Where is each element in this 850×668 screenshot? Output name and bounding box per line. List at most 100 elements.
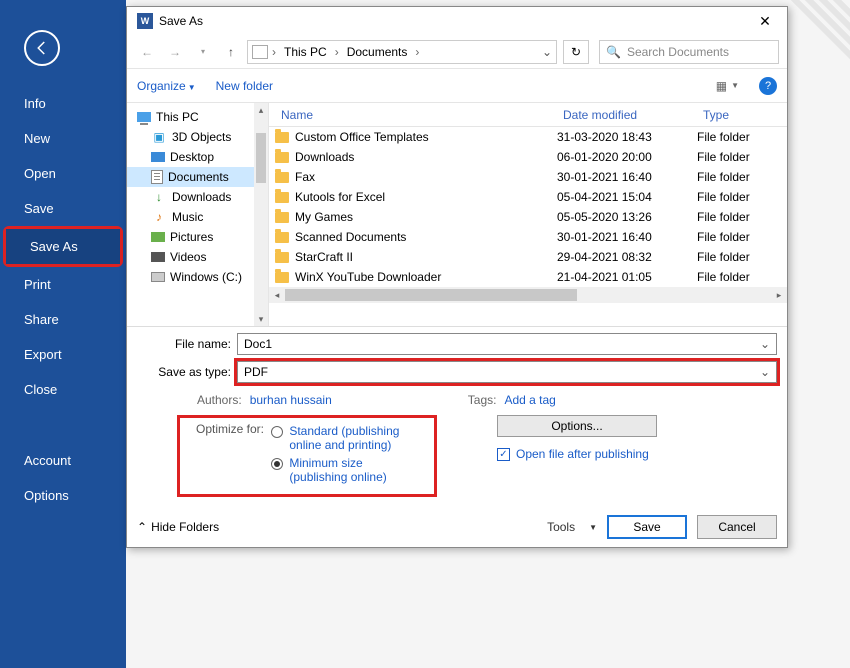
file-date: 30-01-2021 16:40 (557, 230, 697, 244)
file-row[interactable]: Kutools for Excel 05-04-2021 15:04File fo… (269, 187, 787, 207)
file-name: Fax (295, 170, 315, 184)
navbar: ← → ▾ ↑ This PC Documents ⌄ ↻ 🔍 Search D… (127, 35, 787, 69)
doc-icon (151, 170, 163, 184)
folder-icon (275, 232, 289, 243)
col-date[interactable]: Date modified (557, 108, 697, 122)
tree-item-pictures[interactable]: Pictures (127, 227, 268, 247)
close-button[interactable]: ✕ (747, 9, 783, 33)
backstage-item-options[interactable]: Options (0, 478, 126, 513)
file-date: 05-05-2020 13:26 (557, 210, 697, 224)
new-folder-button[interactable]: New folder (216, 79, 273, 93)
file-row[interactable]: Downloads06-01-2020 20:00File folder (269, 147, 787, 167)
optimize-group: Optimize for: Standard (publishing onlin… (177, 415, 437, 497)
file-list: Name Date modified Type Custom Office Te… (269, 103, 787, 326)
file-type: File folder (697, 190, 787, 204)
breadcrumb[interactable]: This PC (280, 43, 331, 61)
backstage-item-close[interactable]: Close (0, 372, 126, 407)
folder-icon (275, 132, 289, 143)
tree-item-label: Videos (170, 250, 206, 264)
mus-icon: ♪ (151, 209, 167, 225)
nav-up[interactable]: ↑ (219, 40, 243, 64)
col-type[interactable]: Type (697, 108, 787, 122)
file-date: 05-04-2021 15:04 (557, 190, 697, 204)
backstage-item-print[interactable]: Print (0, 267, 126, 302)
file-row[interactable]: WinX YouTube Downloader21-04-2021 01:05F… (269, 267, 787, 287)
organize-menu[interactable]: Organize▼ (137, 79, 196, 93)
tree-item-music[interactable]: ♪Music (127, 207, 268, 227)
optimize-minimum[interactable]: Minimum size (publishing online) (271, 454, 421, 486)
options-button[interactable]: Options... (497, 415, 657, 437)
nav-back[interactable]: ← (135, 40, 159, 64)
save-as-dialog: W Save As ✕ ← → ▾ ↑ This PC Documents ⌄ … (126, 6, 788, 548)
file-name: My Games (295, 210, 353, 224)
tree-item-3d-objects[interactable]: ▣3D Objects (127, 127, 268, 147)
refresh-button[interactable]: ↻ (563, 40, 589, 64)
scroll-right-icon[interactable]: ▸ (771, 290, 787, 301)
horizontal-scrollbar[interactable]: ◂ ▸ (269, 287, 787, 303)
scroll-thumb[interactable] (256, 133, 266, 183)
open-after-checkbox[interactable]: ✓ Open file after publishing (497, 447, 657, 461)
tree-item-documents[interactable]: Documents (127, 167, 268, 187)
file-name: Kutools for Excel (295, 190, 385, 204)
tree-scrollbar[interactable]: ▴ ▾ (254, 103, 268, 326)
column-headers: Name Date modified Type (269, 103, 787, 127)
tools-menu[interactable]: Tools▼ (547, 520, 597, 534)
toolbar: Organize▼ New folder ▦▼ ? (127, 69, 787, 103)
vid-icon (151, 252, 165, 262)
hide-folders-button[interactable]: ⌃ Hide Folders (137, 520, 219, 534)
authors-value[interactable]: burhan hussain (250, 393, 332, 407)
address-bar[interactable]: This PC Documents ⌄ (247, 40, 557, 64)
file-row[interactable]: StarCraft II29-04-2021 08:32File folder (269, 247, 787, 267)
tree-item-desktop[interactable]: Desktop (127, 147, 268, 167)
arrow-left-icon (33, 39, 51, 57)
view-options[interactable]: ▦▼ (716, 79, 739, 93)
file-name: Scanned Documents (295, 230, 406, 244)
file-row[interactable]: Custom Office Templates31-03-2020 18:43F… (269, 127, 787, 147)
file-row[interactable]: Scanned Documents 30-01-2021 16:40File fo… (269, 227, 787, 247)
tree-item-this-pc[interactable]: This PC (127, 107, 268, 127)
tree-item-label: Downloads (172, 190, 231, 204)
tags-value[interactable]: Add a tag (504, 393, 555, 407)
file-row[interactable]: My Games05-05-2020 13:26File folder (269, 207, 787, 227)
save-button[interactable]: Save (607, 515, 687, 539)
backstage-item-save-as[interactable]: Save As (6, 229, 120, 264)
folder-icon (275, 192, 289, 203)
backstage-item-new[interactable]: New (0, 121, 126, 156)
cube-icon: ▣ (151, 129, 167, 145)
folder-icon (275, 152, 289, 163)
back-button[interactable] (24, 30, 60, 66)
backstage-item-share[interactable]: Share (0, 302, 126, 337)
breadcrumb[interactable]: Documents (343, 43, 412, 61)
file-type: File folder (697, 230, 787, 244)
nav-recent-dropdown[interactable]: ▾ (191, 40, 215, 64)
pic-icon (151, 232, 165, 242)
desk-icon (151, 152, 165, 162)
help-button[interactable]: ? (759, 77, 777, 95)
scroll-thumb[interactable] (285, 289, 577, 301)
file-name: Downloads (295, 150, 354, 164)
saveastype-field[interactable]: PDF (237, 361, 777, 383)
scroll-down-icon[interactable]: ▾ (254, 312, 268, 326)
file-type: File folder (697, 250, 787, 264)
filename-field[interactable]: Doc1 (237, 333, 777, 355)
backstage-item-open[interactable]: Open (0, 156, 126, 191)
scroll-left-icon[interactable]: ◂ (269, 290, 285, 301)
tree-item-downloads[interactable]: ↓Downloads (127, 187, 268, 207)
titlebar: W Save As ✕ (127, 7, 787, 35)
file-type: File folder (697, 270, 787, 284)
backstage-item-info[interactable]: Info (0, 86, 126, 121)
backstage-item-save[interactable]: Save (0, 191, 126, 226)
address-dropdown-icon[interactable]: ⌄ (542, 45, 552, 59)
col-name[interactable]: Name (275, 108, 557, 122)
file-type: File folder (697, 150, 787, 164)
tree-item-videos[interactable]: Videos (127, 247, 268, 267)
optimize-standard[interactable]: Standard (publishing online and printing… (271, 422, 421, 454)
backstage-item-export[interactable]: Export (0, 337, 126, 372)
scroll-up-icon[interactable]: ▴ (254, 103, 268, 117)
file-row[interactable]: Fax30-01-2021 16:40File folder (269, 167, 787, 187)
backstage-item-account[interactable]: Account (0, 443, 126, 478)
tree-item-label: Desktop (170, 150, 214, 164)
cancel-button[interactable]: Cancel (697, 515, 777, 539)
tree-item-windows-c-[interactable]: Windows (C:) (127, 267, 268, 287)
search-input[interactable]: 🔍 Search Documents (599, 40, 779, 64)
